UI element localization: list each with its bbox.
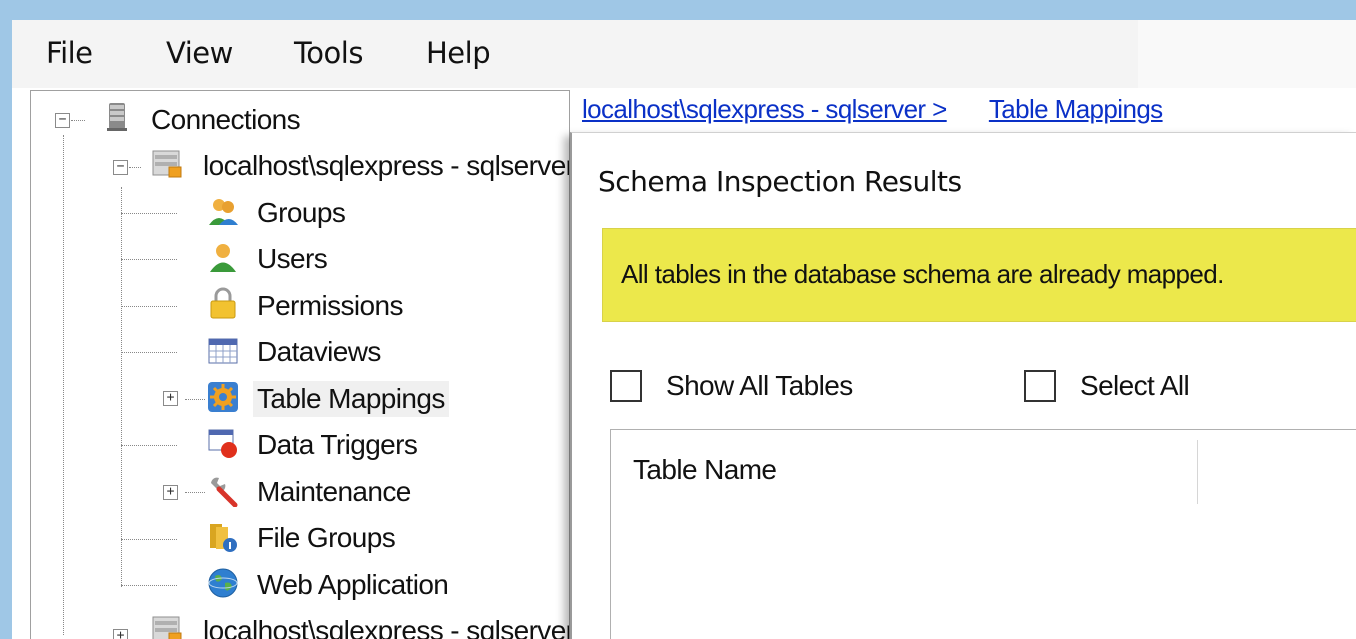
tree-item-label: Permissions	[257, 290, 403, 321]
tree-item-connection[interactable]: localhost\sqlexpress - sqlserver	[199, 145, 570, 187]
menu-file[interactable]: File	[46, 36, 93, 70]
column-separator[interactable]	[1197, 440, 1198, 504]
tree-line	[121, 259, 177, 260]
gear-icon	[208, 382, 238, 412]
show-all-tables-checkbox[interactable]: Show All Tables	[610, 369, 853, 403]
tree-item-file-groups[interactable]: File Groups	[253, 517, 399, 559]
trigger-icon	[208, 429, 237, 458]
tree-line	[121, 352, 177, 353]
tree-item-connection[interactable]: localhost\sqlexpress - sqlserver	[199, 610, 570, 639]
database-server-icon	[107, 103, 127, 131]
tree-line	[121, 306, 177, 307]
lock-icon	[210, 287, 236, 319]
menu-help[interactable]: Help	[426, 36, 491, 70]
groups-icon	[209, 199, 238, 225]
tree-line	[71, 120, 85, 121]
tree-item-groups[interactable]: Groups	[253, 192, 349, 234]
tree-item-users[interactable]: Users	[253, 238, 331, 280]
collapse-connection-toggle[interactable]: −	[113, 160, 128, 175]
column-header-table-name[interactable]: Table Name	[633, 454, 777, 486]
tables-grid[interactable]: Table Name	[610, 429, 1356, 639]
tree-line	[121, 539, 177, 540]
collapse-connections-toggle[interactable]: −	[55, 113, 70, 128]
table-grid-icon	[208, 338, 238, 364]
tree-item-label: Web Application	[257, 569, 449, 600]
wrench-icon	[211, 477, 238, 507]
menu-view[interactable]: View	[166, 36, 233, 70]
breadcrumb-table-mappings-link[interactable]: Table Mappings	[989, 94, 1163, 124]
tree-line	[129, 167, 141, 168]
breadcrumb-server-link[interactable]: localhost\sqlexpress - sqlserver >	[582, 94, 947, 124]
checkbox-label: Select All	[1080, 370, 1190, 401]
tree-item-label: localhost\sqlexpress - sqlserver	[203, 615, 570, 639]
banner-message: All tables in the database schema are al…	[621, 259, 1224, 289]
dialog-title: Schema Inspection Results	[598, 165, 962, 198]
toolbar-area	[1138, 20, 1356, 88]
globe-icon	[208, 568, 238, 598]
checkbox-box[interactable]	[610, 370, 642, 402]
expand-maintenance-toggle[interactable]: +	[163, 485, 178, 500]
tree-item-connections[interactable]: Connections	[147, 99, 304, 141]
tree-item-label: Users	[257, 243, 328, 274]
tree-item-label: Dataviews	[257, 336, 381, 367]
checkbox-label: Show All Tables	[666, 370, 853, 401]
tree-item-label: Table Mappings	[253, 381, 449, 417]
tree-item-table-mappings[interactable]: Table Mappings	[253, 378, 449, 420]
menu-bar: File View Tools Help	[12, 20, 1356, 88]
tree-item-label: Data Triggers	[257, 429, 418, 460]
tree-item-web-application[interactable]: Web Application	[253, 564, 452, 606]
schema-inspection-dialog: Schema Inspection Results All tables in …	[570, 132, 1356, 639]
file-groups-icon	[210, 524, 237, 552]
menu-tools[interactable]: Tools	[294, 36, 363, 70]
tree-item-maintenance[interactable]: Maintenance	[253, 471, 415, 513]
tree-line	[63, 135, 64, 635]
tree-line	[121, 187, 122, 587]
breadcrumb: localhost\sqlexpress - sqlserver > Table…	[582, 94, 1199, 125]
tree-item-dataviews[interactable]: Dataviews	[253, 331, 385, 373]
expand-connection-toggle[interactable]: +	[113, 629, 128, 639]
application-window: File View Tools Help − Connections − loc…	[12, 20, 1356, 639]
checkbox-box[interactable]	[1024, 370, 1056, 402]
tree-item-label: File Groups	[257, 522, 396, 553]
tree-item-data-triggers[interactable]: Data Triggers	[253, 424, 421, 466]
sql-server-icon	[152, 616, 182, 639]
expand-table-mappings-toggle[interactable]: +	[163, 391, 178, 406]
tree-item-label: Groups	[257, 197, 346, 228]
user-icon	[210, 244, 236, 272]
tree-item-label: Connections	[151, 104, 301, 135]
connections-tree[interactable]: − Connections − localhost\sqlexpress - s…	[30, 90, 570, 639]
tree-item-permissions[interactable]: Permissions	[253, 285, 407, 327]
sql-server-icon	[152, 150, 182, 178]
tree-line	[185, 399, 205, 400]
select-all-checkbox[interactable]: Select All	[1024, 369, 1190, 403]
tree-item-label: localhost\sqlexpress - sqlserver	[203, 150, 570, 181]
tree-line	[121, 445, 177, 446]
tree-line	[121, 585, 177, 586]
info-banner: All tables in the database schema are al…	[602, 228, 1356, 322]
tree-line	[121, 213, 177, 214]
tree-line	[185, 492, 205, 493]
tree-item-label: Maintenance	[257, 476, 411, 507]
